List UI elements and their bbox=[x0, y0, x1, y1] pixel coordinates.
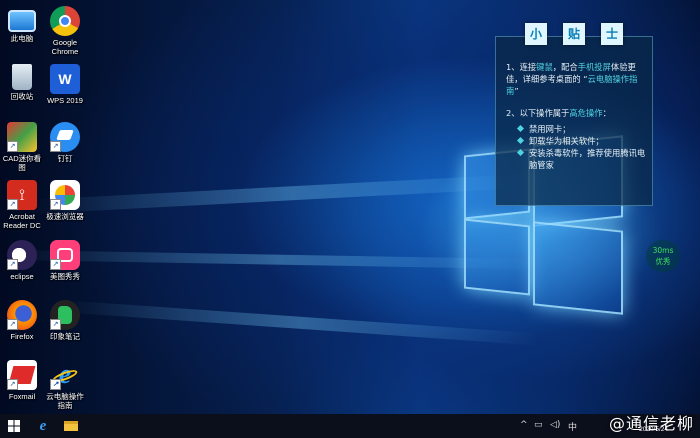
latency-value: 30ms bbox=[652, 246, 674, 255]
network-icon[interactable]: ▭ bbox=[534, 420, 543, 430]
wps-icon: W bbox=[50, 64, 80, 94]
desktop-icon-this-pc[interactable]: 此电脑 bbox=[0, 6, 44, 43]
desktop-icon-cad-viewer[interactable]: ↗ CAD迷你看图 bbox=[0, 122, 44, 172]
acrobat-icon: ⟟ ↗ bbox=[7, 180, 37, 210]
light-beam bbox=[59, 300, 540, 346]
recycle-bin-icon bbox=[12, 64, 32, 90]
tips-item-1: 1、连接键鼠，配合手机投屏体验更佳，详细参考桌面的 “云电脑操作指南” bbox=[506, 62, 638, 96]
desktop-icon-recycle-bin[interactable]: 回收站 bbox=[0, 64, 44, 101]
tray-arrow-icon[interactable]: ^ bbox=[520, 420, 528, 430]
ie-icon: e ↗ bbox=[50, 360, 80, 390]
shortcut-arrow-icon: ↗ bbox=[50, 319, 61, 330]
desktop-icon-meitu[interactable]: ↗ 美图秀秀 bbox=[43, 240, 87, 281]
input-icon[interactable]: 中 bbox=[568, 420, 577, 433]
shortcut-arrow-icon: ↗ bbox=[7, 379, 18, 390]
desktop-icon-acrobat[interactable]: ⟟ ↗ Acrobat Reader DC bbox=[0, 180, 44, 230]
desktop-icon-wps[interactable]: W WPS 2019 bbox=[43, 64, 87, 105]
desktop-icon-firefox[interactable]: ↗ Firefox bbox=[0, 300, 44, 341]
latency-indicator[interactable]: 30ms 优秀 bbox=[646, 240, 680, 272]
taskbar: e ^ ▭ ◁) 中 bbox=[0, 414, 700, 438]
windows-logo-pane bbox=[533, 221, 623, 315]
volume-icon[interactable]: ◁) bbox=[550, 420, 560, 430]
taskbar-date[interactable]: 2020/5/24 bbox=[639, 426, 668, 433]
tips-bullet: 禁用网卡； bbox=[516, 123, 648, 135]
file-explorer-icon bbox=[64, 421, 78, 431]
shortcut-arrow-icon: ↗ bbox=[50, 141, 61, 152]
desktop-wallpaper: 此电脑 Google Chrome 回收站 W WPS 2019 ↗ CAD迷你… bbox=[0, 0, 700, 414]
edge-icon: e bbox=[39, 417, 47, 434]
chrome-icon bbox=[50, 6, 80, 36]
tips-title: 小贴士 bbox=[496, 23, 652, 45]
desktop-icon-speed-browser[interactable]: ↗ 极速浏览器 bbox=[43, 180, 87, 221]
taskbar-edge[interactable]: e bbox=[32, 414, 54, 438]
desktop-icon-eclipse[interactable]: ↗ eclipse bbox=[0, 240, 44, 281]
desktop-icon-cloud-guide[interactable]: e ↗ 云电脑操作指南 bbox=[43, 360, 87, 411]
shortcut-arrow-icon: ↗ bbox=[7, 141, 18, 152]
eclipse-icon: ↗ bbox=[7, 240, 37, 270]
desktop-icon-evernote[interactable]: ↗ 印象笔记 bbox=[43, 300, 87, 341]
meitu-icon: ↗ bbox=[50, 240, 80, 270]
windows-start-icon bbox=[8, 420, 20, 432]
tips-bullet: 卸载华为相关软件； bbox=[516, 135, 648, 147]
latency-quality: 优秀 bbox=[655, 257, 671, 266]
dingtalk-icon: ↗ bbox=[50, 122, 80, 152]
shortcut-arrow-icon: ↗ bbox=[7, 259, 18, 270]
shortcut-arrow-icon: ↗ bbox=[50, 379, 61, 390]
cad-viewer-icon: ↗ bbox=[7, 122, 37, 152]
tips-panel: 小贴士 1、连接键鼠，配合手机投屏体验更佳，详细参考桌面的 “云电脑操作指南” … bbox=[495, 23, 653, 206]
shortcut-arrow-icon: ↗ bbox=[7, 199, 18, 210]
shortcut-arrow-icon: ↗ bbox=[50, 259, 61, 270]
taskbar-file-explorer[interactable] bbox=[60, 414, 82, 438]
firefox-icon: ↗ bbox=[7, 300, 37, 330]
tips-bullet: 安装杀毒软件，推荐使用腾讯电脑管家 bbox=[516, 147, 648, 171]
foxmail-icon: ↗ bbox=[7, 360, 37, 390]
evernote-icon: ↗ bbox=[50, 300, 80, 330]
tips-item-2: 2、以下操作属于高危操作： bbox=[506, 108, 611, 118]
desktop-icon-foxmail[interactable]: ↗ Foxmail bbox=[0, 360, 44, 401]
shortcut-arrow-icon: ↗ bbox=[7, 319, 18, 330]
speed-browser-icon: ↗ bbox=[50, 180, 80, 210]
desktop-icon-chrome[interactable]: Google Chrome bbox=[43, 6, 87, 56]
start-button[interactable] bbox=[0, 414, 28, 438]
shortcut-arrow-icon: ↗ bbox=[50, 199, 61, 210]
tips-bullet-list: 禁用网卡； 卸载华为相关软件； 安装杀毒软件，推荐使用腾讯电脑管家 bbox=[516, 123, 648, 171]
windows-logo-pane bbox=[464, 218, 530, 296]
desktop-icon-dingtalk[interactable]: ↗ 钉钉 bbox=[43, 122, 87, 163]
this-pc-icon bbox=[8, 10, 36, 32]
